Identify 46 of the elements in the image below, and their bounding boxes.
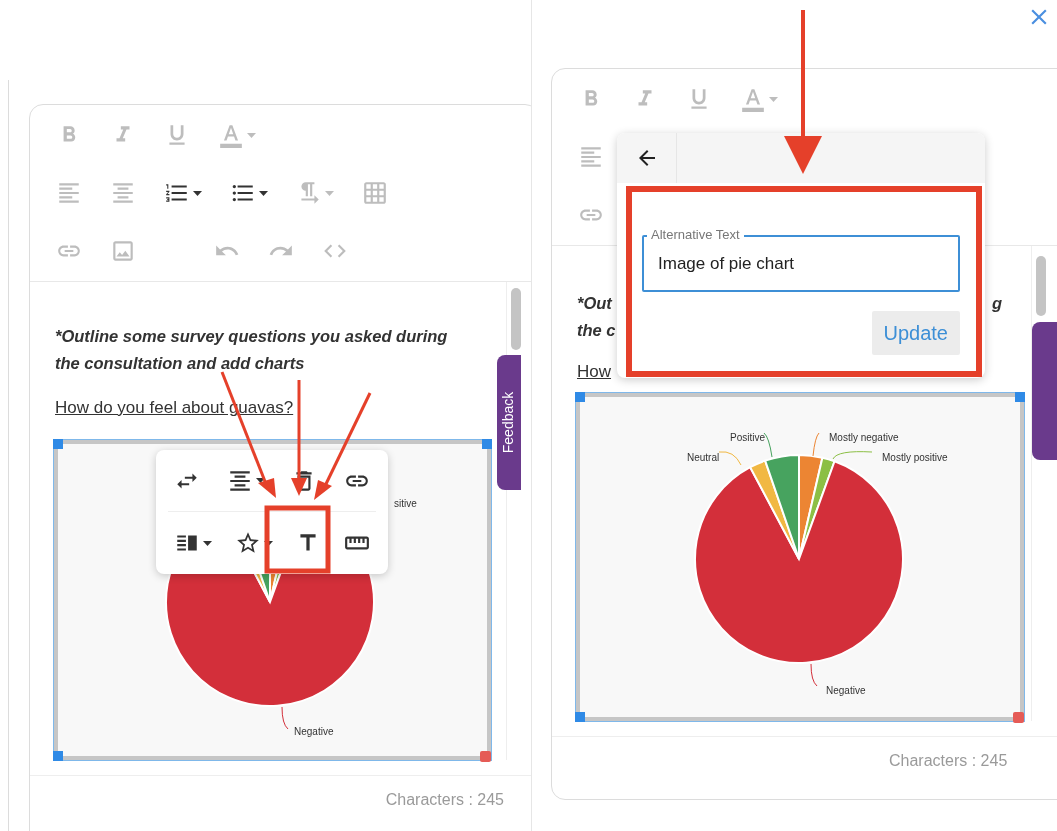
character-count: Characters : 245: [889, 751, 1008, 771]
resize-handle[interactable]: [480, 751, 491, 762]
question-text: the c: [577, 320, 616, 341]
align-left-icon: [578, 144, 604, 170]
resize-handle[interactable]: [575, 712, 585, 722]
scrollbar-thumb[interactable]: [1036, 256, 1046, 316]
text-color-icon: [218, 122, 244, 148]
chart-label: Mostly positive: [882, 451, 948, 465]
highlight-frame: [264, 505, 331, 574]
align-left-icon: [56, 180, 82, 206]
resize-handle[interactable]: [53, 751, 63, 761]
question-text: *Out: [577, 293, 612, 314]
resize-handle[interactable]: [482, 439, 492, 449]
question-text: *Outline some survey questions you asked during the consultation and add charts: [55, 326, 449, 374]
feedback-tab[interactable]: [1032, 322, 1057, 460]
caret-icon: [203, 540, 212, 546]
leader-line: [281, 706, 289, 730]
resize-handle[interactable]: [53, 439, 63, 449]
feedback-tab[interactable]: Feedback: [497, 355, 521, 490]
chart-label: Negative: [294, 725, 334, 739]
caret-icon: [325, 190, 334, 196]
table-icon: [362, 180, 388, 206]
scrollbar-thumb[interactable]: [511, 288, 521, 350]
leader-line: [718, 451, 742, 466]
text-color-icon: [740, 86, 766, 112]
image-icon: [110, 238, 136, 264]
leader-line: [832, 451, 873, 460]
chart-label: Positive: [730, 431, 765, 445]
leader-line: [763, 432, 773, 458]
resize-handle[interactable]: [1015, 392, 1025, 402]
leader-line: [810, 663, 818, 687]
caret-icon: [247, 132, 256, 138]
question-text: g: [991, 293, 1002, 314]
caret-icon: [769, 96, 778, 102]
chart-image[interactable]: Positive Mostly negative Neutral Mostly positive Negative: [576, 393, 1024, 721]
chart-label: Mostly negative: [829, 431, 899, 445]
chart-label: Neutral: [687, 451, 720, 465]
caret-icon: [193, 190, 202, 196]
resize-handle[interactable]: [575, 392, 585, 402]
resize-handle[interactable]: [1013, 712, 1024, 723]
chart-label: Negative: [826, 684, 866, 698]
leader-line: [812, 432, 820, 457]
character-count: Characters : 245: [385, 790, 504, 810]
align-center-icon: [110, 180, 136, 206]
chart-label: sitive: [394, 497, 417, 511]
caret-icon: [259, 190, 268, 196]
